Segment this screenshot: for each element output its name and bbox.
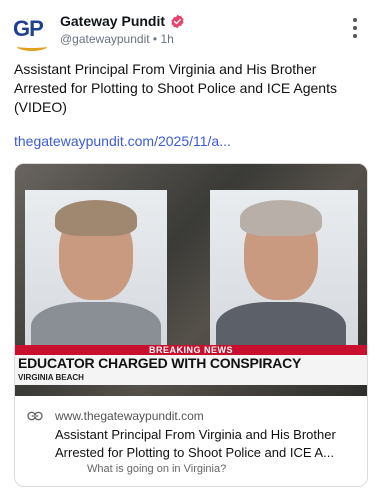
post-link[interactable]: thegatewaypundit.com/2025/11/a... [14, 133, 231, 149]
link-icon [27, 411, 43, 421]
avatar-logo-text: GP [13, 16, 44, 41]
post-time: 1h [160, 32, 174, 46]
card-link-info[interactable]: www.thegatewaypundit.com Assistant Princ… [15, 396, 367, 486]
author-avatar[interactable]: GP [13, 14, 51, 52]
mugshot-right [210, 190, 358, 350]
post-text: Assistant Principal From Virginia and Hi… [14, 61, 337, 115]
social-post: GP Gateway Pundit @gatewaypundit • 1h As… [0, 0, 381, 500]
verified-badge-icon [171, 14, 184, 28]
avatar-swoosh [17, 42, 47, 51]
news-location: VIRGINIA BEACH [18, 373, 84, 382]
breaking-news-bar: BREAKING NEWS [15, 345, 367, 355]
meta-separator: • [152, 32, 158, 46]
news-headline: EDUCATOR CHARGED WITH CONSPIRACY [18, 355, 302, 371]
link-preview-card[interactable]: BREAKING NEWS EDUCATOR CHARGED WITH CONS… [14, 163, 368, 487]
more-options-icon[interactable] [348, 18, 362, 38]
card-title: Assistant Principal From Virginia and Hi… [55, 427, 336, 460]
card-description: What is going on in Virginia? [87, 463, 227, 475]
author-handle-row: @gatewaypundit • 1h [60, 32, 174, 46]
author-name[interactable]: Gateway Pundit [60, 13, 165, 29]
mugshot-left [25, 190, 167, 350]
author-name-row: Gateway Pundit [60, 13, 185, 29]
card-domain: www.thegatewaypundit.com [55, 409, 204, 423]
card-media[interactable]: BREAKING NEWS EDUCATOR CHARGED WITH CONS… [15, 164, 367, 396]
author-handle[interactable]: @gatewaypundit [60, 32, 150, 46]
